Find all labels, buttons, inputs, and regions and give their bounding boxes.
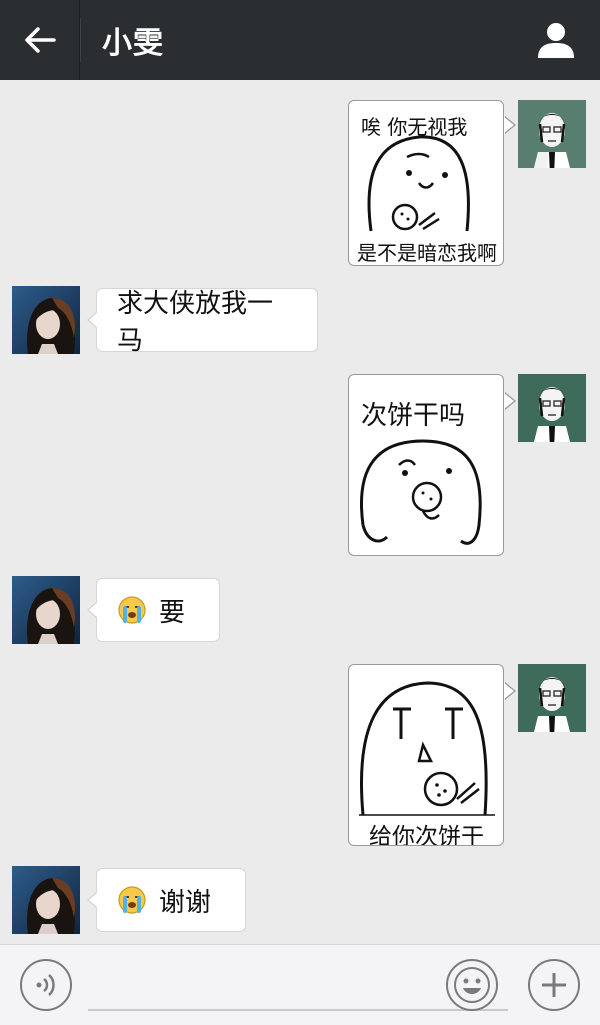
plus-icon <box>542 973 566 997</box>
avatar-girl-image <box>12 576 80 644</box>
avatar-man-image <box>518 374 586 442</box>
bubble-tail <box>504 682 516 700</box>
avatar-man-image <box>518 100 586 168</box>
smiley-icon <box>454 967 490 1003</box>
sticker-caption-top: 次饼干吗 <box>361 401 466 431</box>
avatar-man-image <box>518 664 586 732</box>
sticker-message[interactable]: 唉 你无视我 是不是暗恋我啊 <box>348 100 504 266</box>
message-text: 谢谢 <box>159 887 212 918</box>
message-list[interactable]: 唉 你无视我 是不是暗恋我啊 求大侠放我一马 次饼干吗 要 给你次饼干 谢谢 <box>0 80 600 944</box>
my-avatar[interactable] <box>518 100 586 168</box>
sticker-message[interactable]: 次饼干吗 <box>348 374 504 556</box>
crying-face-icon <box>118 886 146 914</box>
emoji-button[interactable] <box>446 959 498 1011</box>
more-button[interactable] <box>528 959 580 1011</box>
back-arrow-icon <box>24 27 56 53</box>
sticker-caption-bottom: 是不是暗恋我啊 <box>357 241 497 265</box>
avatar-girl-image <box>12 866 80 934</box>
person-icon <box>538 23 574 58</box>
profile-button[interactable] <box>536 20 576 60</box>
message-text: 要 <box>159 597 186 628</box>
text-bubble[interactable]: 求大侠放我一马 <box>87 288 318 356</box>
input-bar <box>0 944 600 1025</box>
my-avatar[interactable] <box>518 374 586 442</box>
bubble-tail <box>504 116 516 134</box>
text-bubble[interactable]: 要 <box>87 578 220 642</box>
message-input[interactable] <box>88 959 508 1011</box>
text-bubble[interactable]: 谢谢 <box>87 868 246 932</box>
voice-button[interactable] <box>20 959 72 1011</box>
crying-face-icon <box>118 596 146 624</box>
sticker-message[interactable]: 给你次饼干 <box>348 664 504 846</box>
back-button[interactable] <box>0 0 81 80</box>
sticker-caption-top: 唉 你无视我 <box>361 115 468 139</box>
chat-title: 小雯 <box>102 26 164 61</box>
avatar-girl-image <box>12 286 80 354</box>
sticker-caption-bottom: 给你次饼干 <box>369 824 484 846</box>
contact-avatar[interactable] <box>12 286 80 354</box>
contact-avatar[interactable] <box>12 866 80 934</box>
my-avatar[interactable] <box>518 664 586 732</box>
top-bar: 小雯 <box>0 0 600 80</box>
voice-icon <box>36 974 55 996</box>
contact-avatar[interactable] <box>12 576 80 644</box>
message-text: 求大侠放我一马 <box>117 289 274 356</box>
bubble-tail <box>504 392 516 410</box>
